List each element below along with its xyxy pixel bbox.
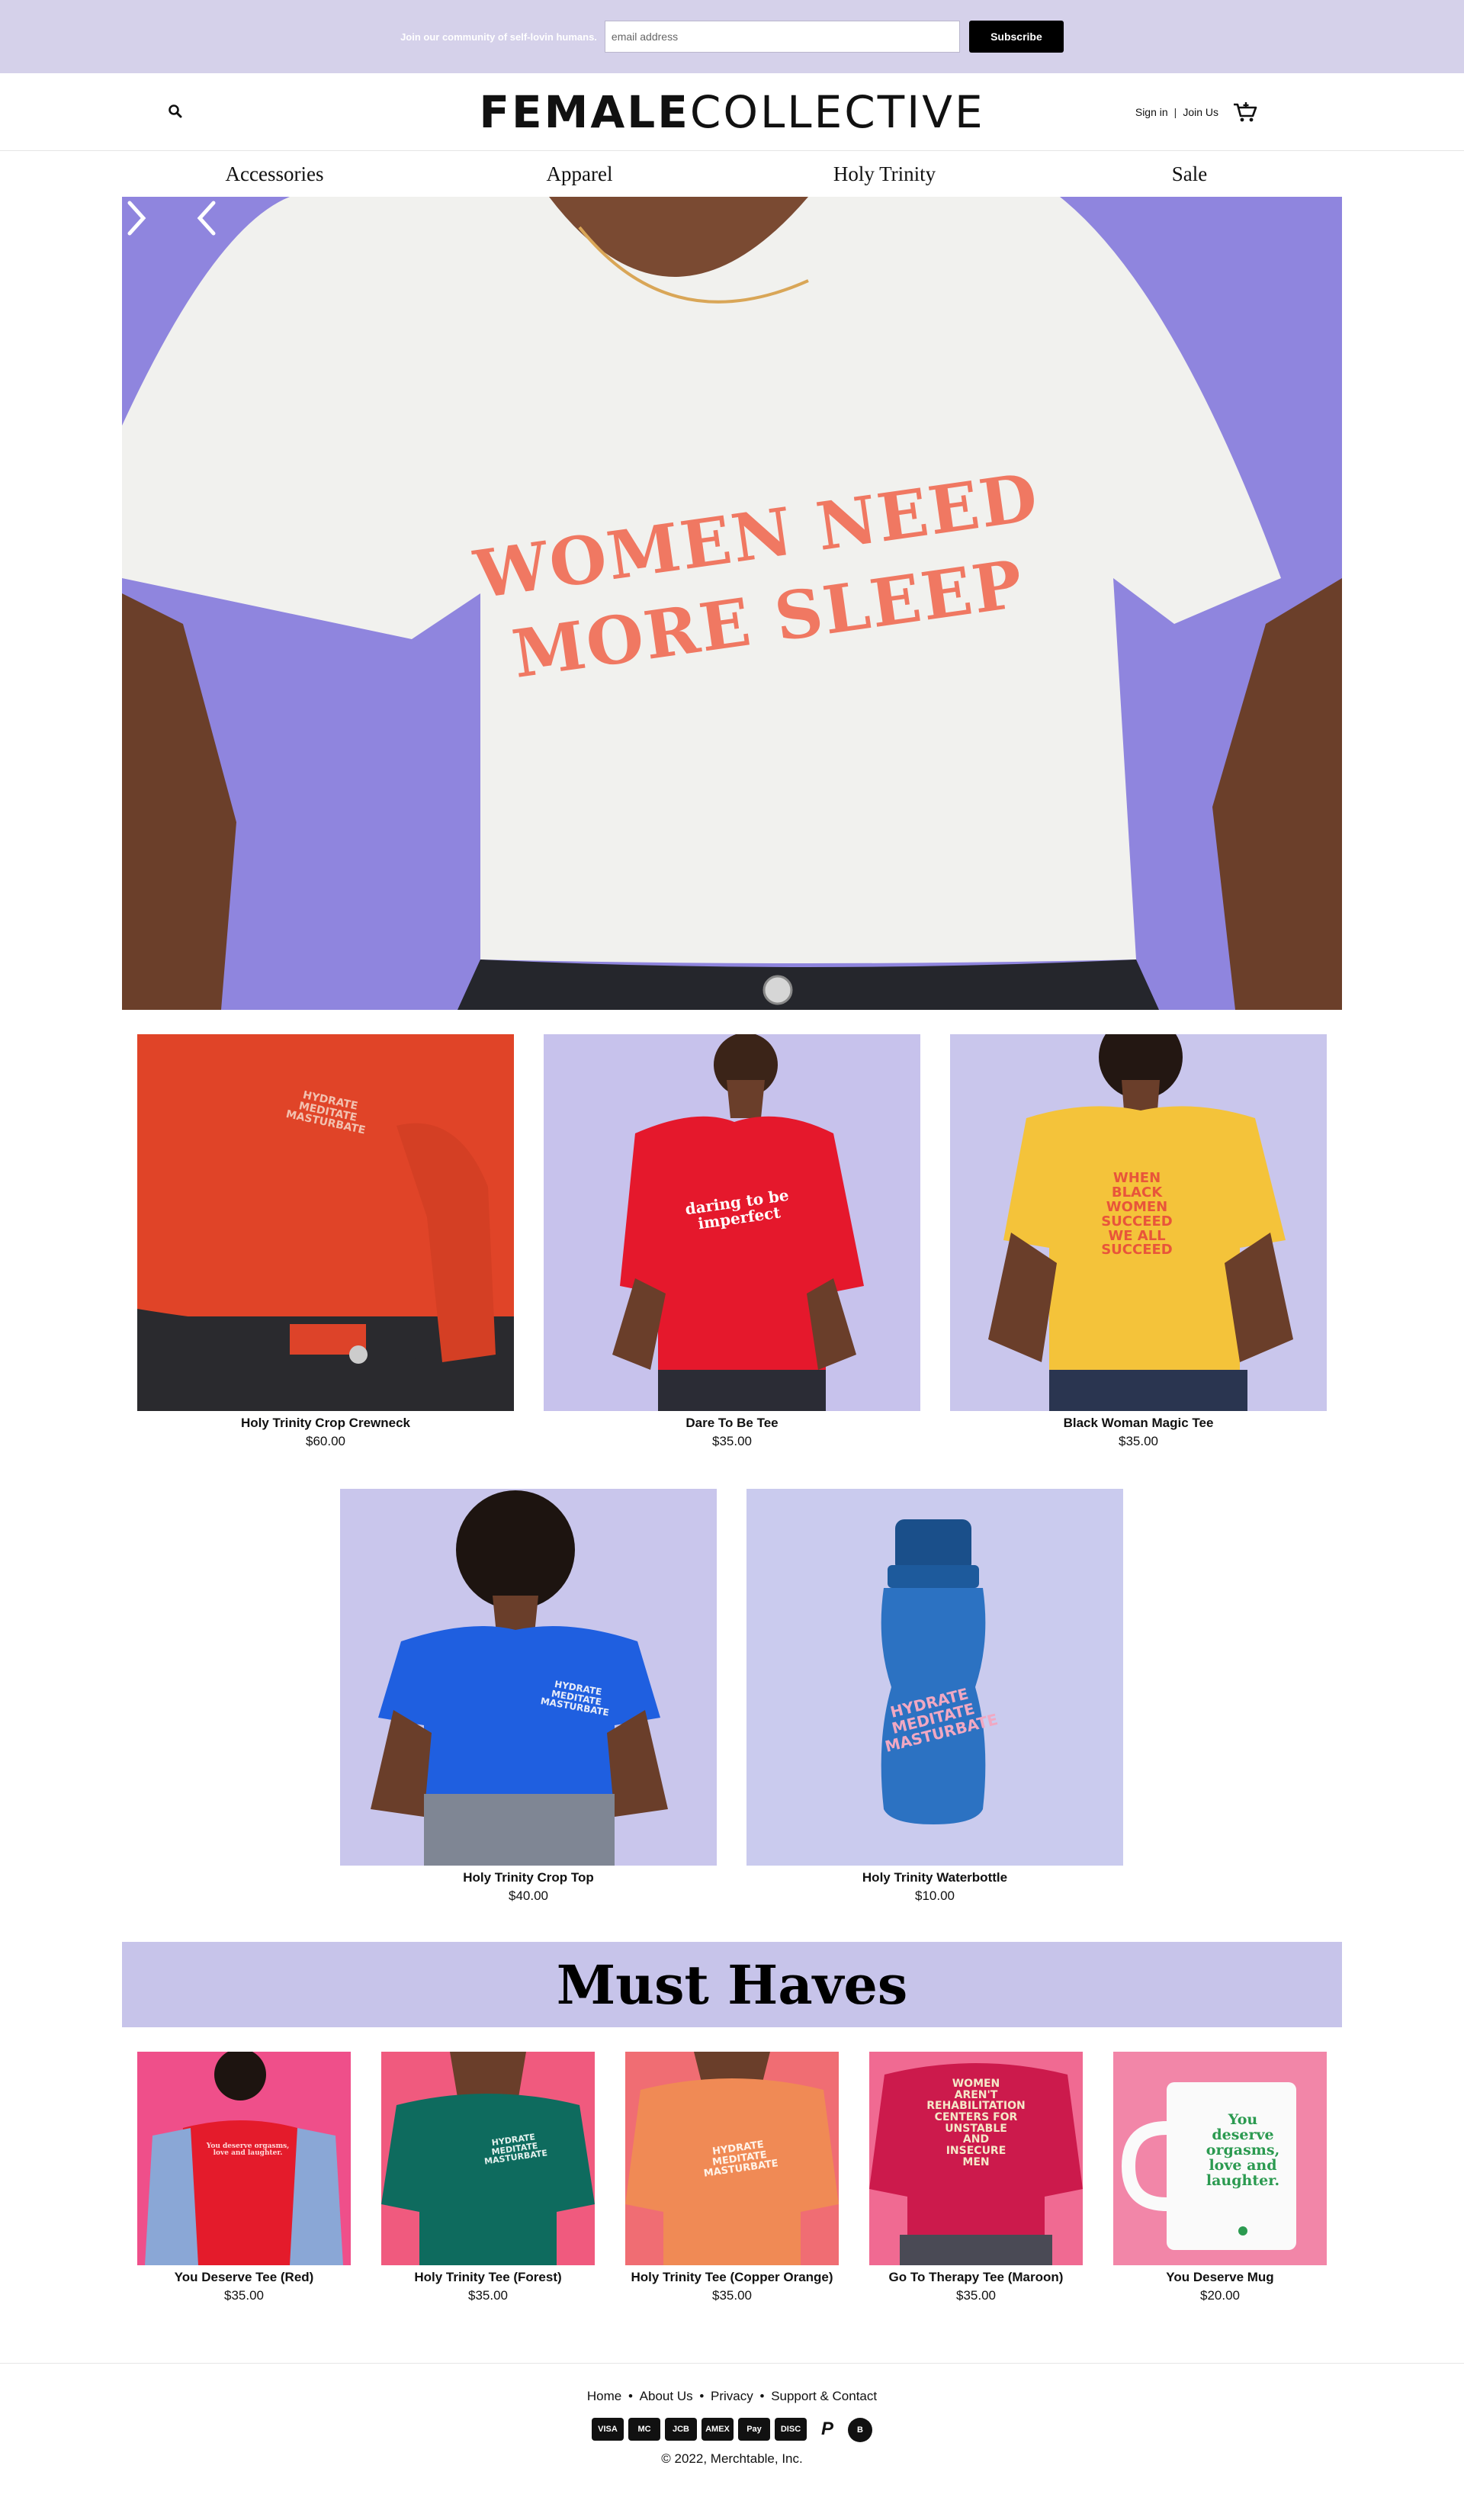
- product-price: $35.00: [1119, 1434, 1158, 1448]
- apple-pay-icon: Pay: [738, 2418, 770, 2441]
- product-image[interactable]: WHEN BLACK WOMEN SUCCEED WE ALL SUCCEED: [950, 1034, 1327, 1411]
- product-price: $35.00: [712, 1434, 752, 1448]
- product-name[interactable]: Black Woman Magic Tee: [950, 1416, 1327, 1431]
- discover-icon: DISC: [775, 2418, 807, 2441]
- product-price: $60.00: [306, 1434, 345, 1448]
- product-price: $40.00: [509, 1888, 548, 1903]
- product-print: WOMEN AREN'T REHABILITATION CENTERS FOR …: [926, 2078, 1026, 2168]
- account-separator: |: [1173, 106, 1177, 118]
- nav-holy-trinity[interactable]: Holy Trinity: [732, 151, 1037, 197]
- nav-sale[interactable]: Sale: [1037, 151, 1342, 197]
- copyright: © 2022, Merchtable, Inc.: [661, 2451, 803, 2466]
- product-card[interactable]: HYDRATE MEDITATE MASTURBATE Holy Trinity…: [746, 1489, 1123, 1904]
- product-price: $35.00: [712, 2288, 752, 2303]
- amex-icon: AMEX: [702, 2418, 734, 2441]
- product-card[interactable]: HYDRATE MEDITATE MASTURBATE Holy Trinity…: [625, 2052, 839, 2303]
- sign-in-link[interactable]: Sign in: [1135, 106, 1168, 118]
- subscribe-button[interactable]: Subscribe: [968, 21, 1064, 53]
- product-image[interactable]: You deserve orgasms, love and laughter.: [137, 2052, 351, 2265]
- product-card[interactable]: HYDRATE MEDITATE MASTURBATE Holy Trinity…: [381, 2052, 595, 2303]
- product-card[interactable]: WOMEN AREN'T REHABILITATION CENTERS FOR …: [869, 2052, 1083, 2303]
- logo-bold-text: FEMALE: [479, 86, 690, 138]
- footer-dot: •: [699, 2389, 705, 2403]
- paypal-icon: P: [811, 2418, 843, 2441]
- product-card[interactable]: WHEN BLACK WOMEN SUCCEED WE ALL SUCCEED …: [950, 1034, 1327, 1449]
- logo-light-text: COLLECTIVE: [689, 86, 985, 138]
- product-image[interactable]: HYDRATE MEDITATE MASTURBATE: [625, 2052, 839, 2265]
- visa-icon: VISA: [592, 2418, 624, 2441]
- product-name[interactable]: Holy Trinity Tee (Forest): [381, 2270, 595, 2285]
- payment-methods: VISA MC JCB AMEX Pay DISC P B: [0, 2418, 1464, 2442]
- hero-slideshow[interactable]: WOMEN NEED MORE SLEEP: [122, 197, 1342, 1010]
- product-price: $35.00: [956, 2288, 996, 2303]
- product-name[interactable]: Holy Trinity Tee (Copper Orange): [625, 2270, 839, 2285]
- product-print: You deserve orgasms, love and laughter.: [206, 2142, 290, 2158]
- search-icon[interactable]: [166, 102, 185, 121]
- product-image[interactable]: HYDRATE MEDITATE MASTURBATE: [137, 1034, 514, 1411]
- product-name[interactable]: Holy Trinity Crop Crewneck: [137, 1416, 514, 1431]
- product-image[interactable]: HYDRATE MEDITATE MASTURBATE: [381, 2052, 595, 2265]
- footer-divider: [0, 2363, 1464, 2364]
- product-card[interactable]: You deserve orgasms, love and laughter. …: [1113, 2052, 1327, 2303]
- chevron-right-icon[interactable]: [122, 197, 152, 239]
- product-price: $35.00: [224, 2288, 264, 2303]
- product-price: $20.00: [1200, 2288, 1240, 2303]
- bitcoin-icon: B: [848, 2418, 872, 2442]
- footer-link-home[interactable]: Home: [587, 2389, 621, 2403]
- product-image[interactable]: daring to be imperfect: [544, 1034, 920, 1411]
- must-haves-banner: Must Haves: [122, 1942, 1342, 2027]
- newsletter-bar: Join our community of self-lovin humans.…: [0, 0, 1464, 73]
- product-name[interactable]: You Deserve Mug: [1113, 2270, 1327, 2285]
- footer-dot: •: [759, 2389, 765, 2403]
- site-logo[interactable]: FEMALE COLLECTIVE: [473, 85, 991, 139]
- newsletter-text: Join our community of self-lovin humans.: [400, 31, 597, 43]
- footer-dot: •: [628, 2389, 633, 2403]
- product-card[interactable]: HYDRATE MEDITATE MASTURBATE Holy Trinity…: [340, 1489, 717, 1904]
- join-us-link[interactable]: Join Us: [1183, 106, 1218, 118]
- product-name[interactable]: You Deserve Tee (Red): [137, 2270, 351, 2285]
- product-print: You deserve orgasms, love and laughter.: [1206, 2111, 1280, 2189]
- footer-links: Home • About Us • Privacy • Support & Co…: [0, 2389, 1464, 2404]
- must-haves-title: Must Haves: [556, 1953, 908, 2017]
- footer-link-support[interactable]: Support & Contact: [771, 2389, 877, 2403]
- product-name[interactable]: Dare To Be Tee: [544, 1416, 920, 1431]
- product-image[interactable]: HYDRATE MEDITATE MASTURBATE: [746, 1489, 1123, 1866]
- product-image[interactable]: HYDRATE MEDITATE MASTURBATE: [340, 1489, 717, 1866]
- product-image[interactable]: You deserve orgasms, love and laughter.: [1113, 2052, 1327, 2265]
- jcb-icon: JCB: [665, 2418, 697, 2441]
- account-links: Sign in | Join Us: [1135, 101, 1258, 124]
- product-price: $35.00: [468, 2288, 508, 2303]
- product-image[interactable]: WOMEN AREN'T REHABILITATION CENTERS FOR …: [869, 2052, 1083, 2265]
- nav-accessories[interactable]: Accessories: [122, 151, 427, 197]
- site-header: FEMALE COLLECTIVE Sign in | Join Us: [0, 73, 1464, 151]
- main-nav: Accessories Apparel Holy Trinity Sale: [122, 151, 1342, 197]
- chevron-left-icon[interactable]: [191, 197, 221, 239]
- mastercard-icon: MC: [628, 2418, 660, 2441]
- product-print: WHEN BLACK WOMEN SUCCEED WE ALL SUCCEED: [1101, 1170, 1173, 1258]
- cart-icon[interactable]: [1232, 101, 1258, 124]
- product-name[interactable]: Holy Trinity Waterbottle: [746, 1870, 1123, 1885]
- product-card[interactable]: HYDRATE MEDITATE MASTURBATE Holy Trinity…: [137, 1034, 514, 1449]
- footer-link-privacy[interactable]: Privacy: [711, 2389, 753, 2403]
- email-field[interactable]: [604, 21, 960, 53]
- product-name[interactable]: Holy Trinity Crop Top: [340, 1870, 717, 1885]
- product-name[interactable]: Go To Therapy Tee (Maroon): [869, 2270, 1083, 2285]
- nav-apparel[interactable]: Apparel: [427, 151, 732, 197]
- product-card[interactable]: daring to be imperfect Dare To Be Tee $3…: [544, 1034, 920, 1449]
- product-card[interactable]: You deserve orgasms, love and laughter. …: [137, 2052, 351, 2303]
- footer-link-about[interactable]: About Us: [640, 2389, 693, 2403]
- product-price: $10.00: [915, 1888, 955, 1903]
